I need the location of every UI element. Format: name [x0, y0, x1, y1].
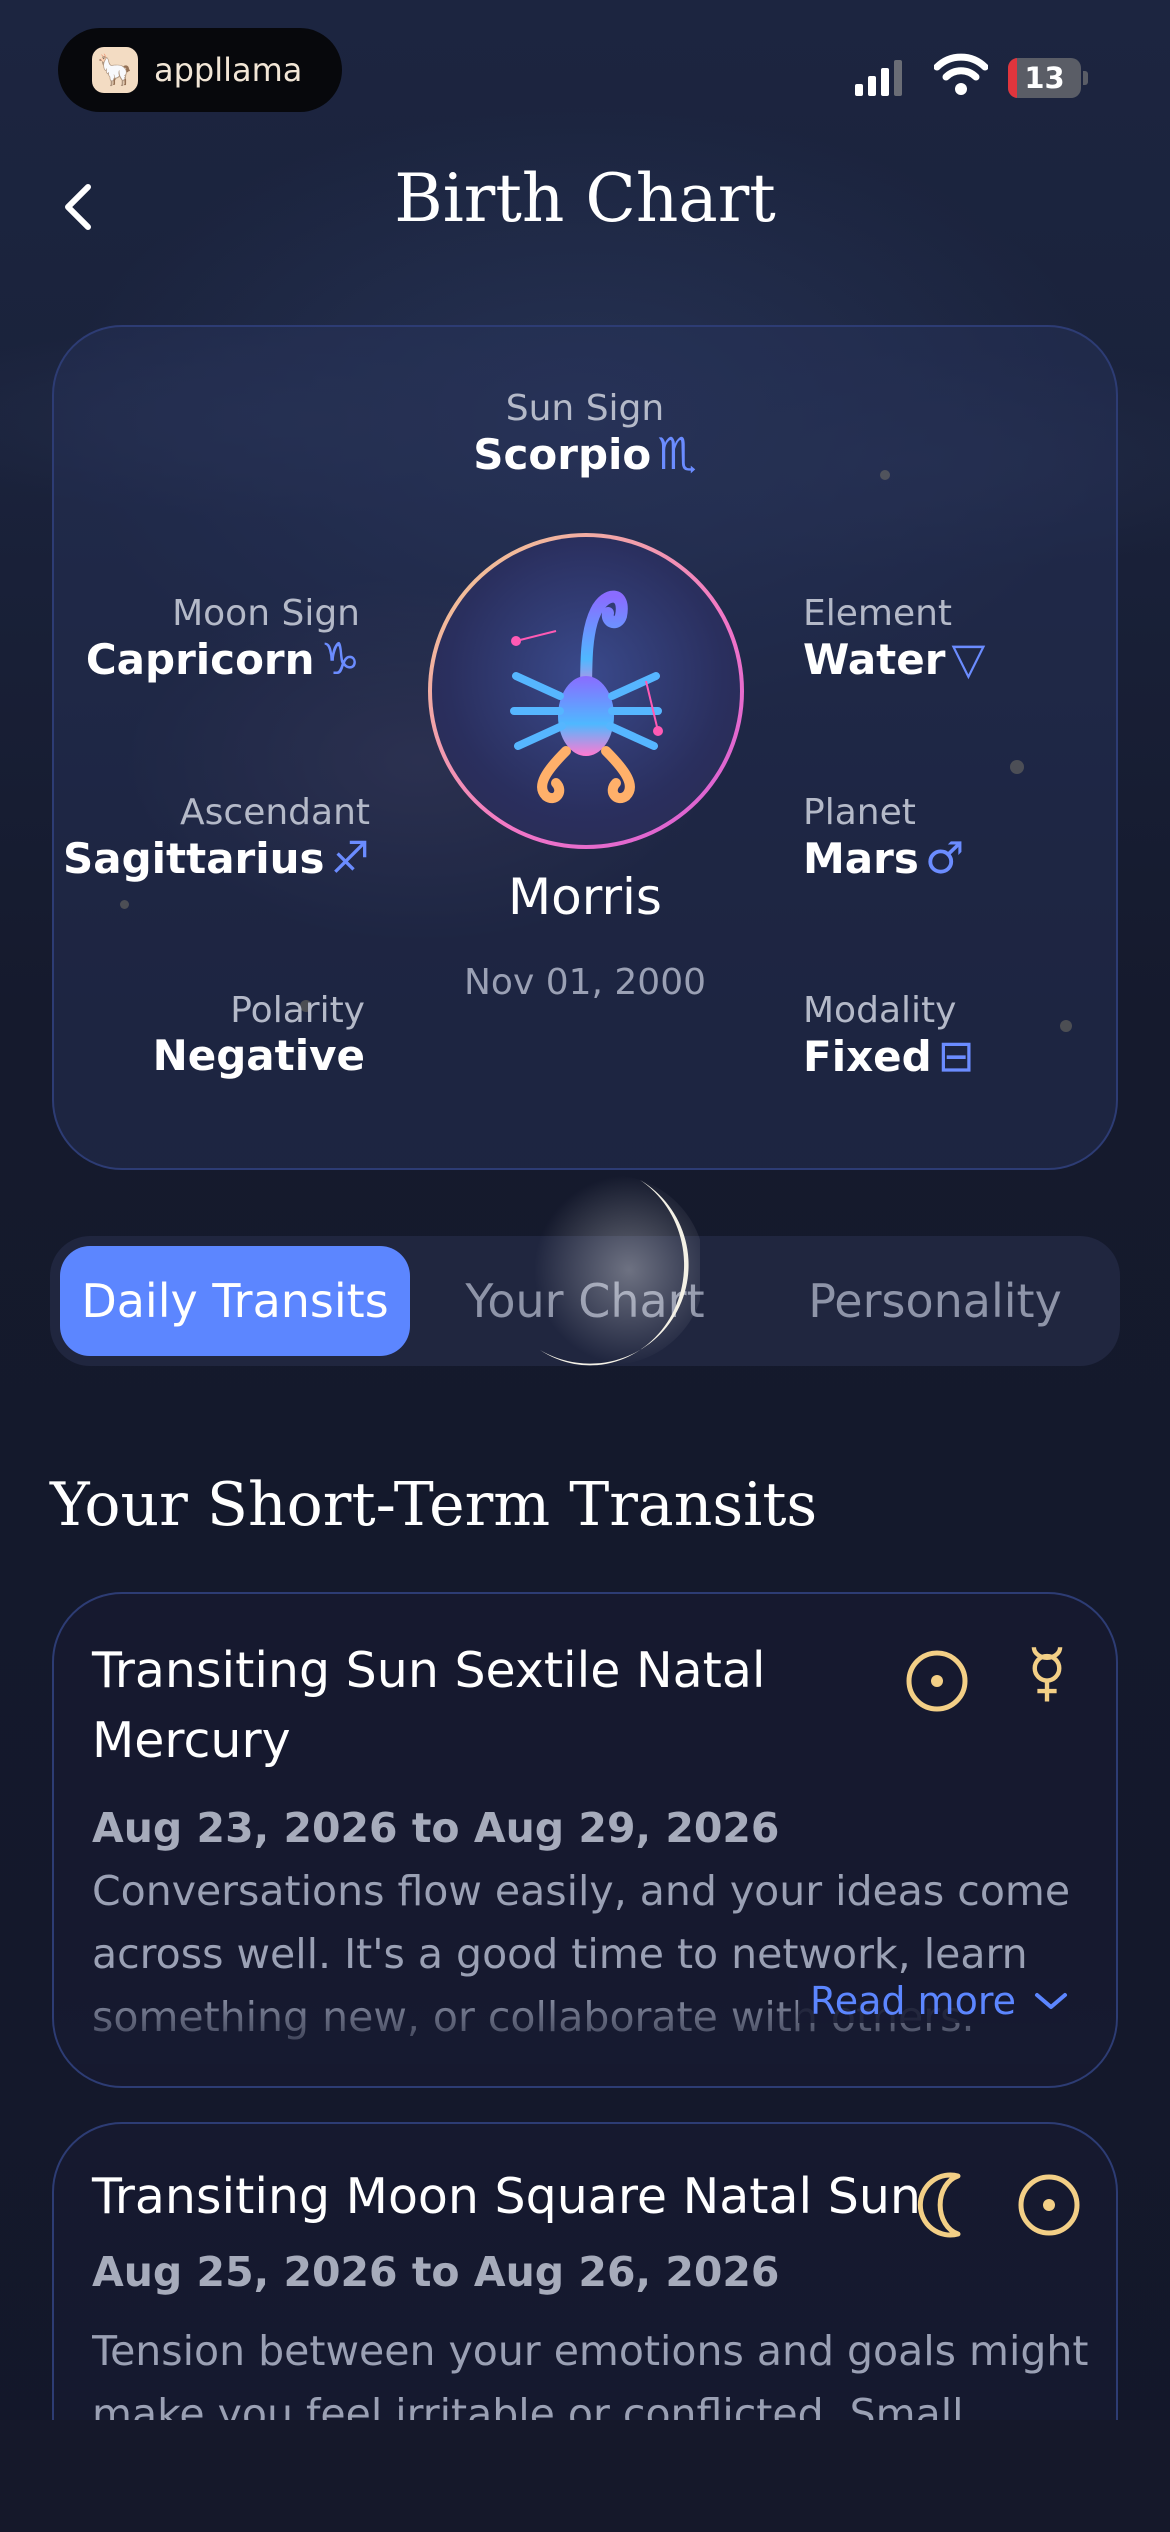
transit-card[interactable]: Transiting Sun Sextile Natal Mercury Aug…: [52, 1592, 1118, 2088]
water-triangle-icon: ▽: [951, 634, 986, 685]
read-more-label: Read more: [810, 1979, 1016, 2023]
section-title: Your Short-Term Transits: [50, 1470, 818, 1540]
page-title: Birth Chart: [394, 160, 776, 237]
moon-sign-label: Moon Sign: [172, 593, 360, 634]
scorpion-illustration-icon: [510, 590, 663, 804]
ascendant-label: Ascendant: [180, 792, 370, 833]
chevron-down-icon: [1035, 1993, 1067, 2009]
planet-label: Planet: [803, 792, 916, 833]
cellular-signal-icon: [855, 58, 902, 96]
wifi-icon: [934, 53, 988, 95]
battery-level: 13: [1024, 61, 1065, 95]
tab-personality[interactable]: Personality: [770, 1246, 1100, 1356]
app-name: appllama: [154, 51, 303, 89]
scorpio-icon: ♏: [657, 429, 697, 480]
transit-title: Transiting Sun Sextile Natal Mercury: [92, 1642, 766, 1769]
app-indicator-pill[interactable]: 🦙 appllama: [58, 28, 342, 112]
polarity-value: Negative: [152, 1031, 365, 1080]
battery-indicator: 13: [1008, 58, 1088, 98]
tab-daily-transits[interactable]: Daily Transits: [60, 1246, 410, 1356]
fixed-modality-icon: ⊟: [937, 1031, 975, 1082]
transit-dates: Aug 25, 2026 to Aug 26, 2026: [92, 2248, 780, 2296]
element-label: Element: [803, 593, 953, 634]
moon-sign-value: Capricorn: [85, 635, 315, 684]
modality-value: Fixed: [803, 1032, 932, 1081]
profile-name: Morris: [508, 868, 662, 926]
modality-attribute: Modality Fixed ⊟: [803, 990, 1103, 1082]
sun-sign-label: Sun Sign: [505, 388, 665, 429]
moon-sign-attribute: Moon Sign Capricorn ♑: [60, 593, 360, 685]
sun-sign-attribute: Sun Sign Scorpio ♏: [0, 388, 1170, 480]
bottom-area: [0, 2420, 1170, 2532]
battery-fill: [1008, 58, 1018, 98]
zodiac-avatar: [428, 533, 744, 849]
transit-dates: Aug 23, 2026 to Aug 29, 2026: [92, 1804, 780, 1852]
crescent-moon-decoration-icon: [515, 1175, 700, 1366]
element-attribute: Element Water ▽: [803, 593, 1103, 685]
app-logo-icon: 🦙: [92, 47, 138, 93]
sun-icon: [906, 1650, 968, 1712]
mercury-icon: [1031, 1646, 1063, 1702]
birth-date: Nov 01, 2000: [463, 962, 706, 1003]
transit-title: Transiting Moon Square Natal Sun: [92, 2168, 921, 2225]
sun-sign-value: Scorpio: [473, 430, 652, 479]
capricorn-icon: ♑: [320, 634, 360, 685]
moon-icon: [917, 2172, 961, 2238]
element-value: Water: [803, 635, 946, 684]
read-more-link[interactable]: Read more: [798, 1979, 1068, 2023]
sun-icon: [1018, 2174, 1080, 2236]
polarity-attribute: Polarity Negative: [60, 990, 365, 1080]
